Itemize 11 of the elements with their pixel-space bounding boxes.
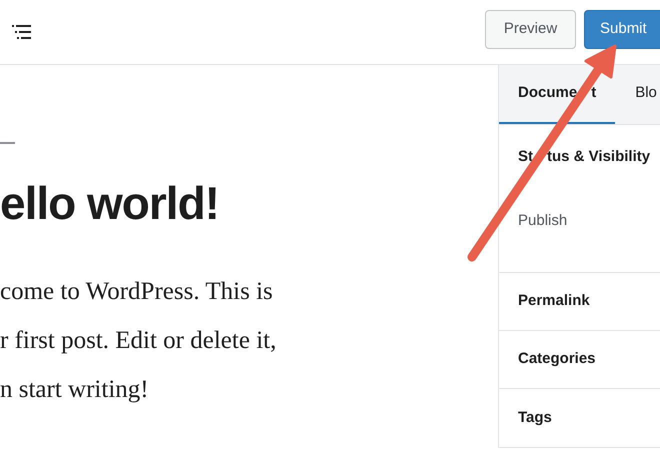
panel-heading[interactable]: Tags [518, 406, 552, 430]
panel-heading[interactable]: St tus & Visibility [518, 146, 650, 168]
preview-button[interactable]: Preview [485, 10, 576, 49]
post-title: ello world! [0, 177, 220, 229]
panel-heading[interactable]: Categories [518, 348, 596, 371]
sidebar-tab[interactable]: Blo [615, 65, 657, 124]
submit-button[interactable]: Submit [584, 10, 660, 49]
panel-heading[interactable]: Permalink [518, 290, 590, 313]
list-view-icon[interactable] [12, 24, 31, 40]
post-paragraph: come to WordPress. This is r first post. Edit or delete it, n start writing! [0, 277, 278, 405]
status-value: Publish [518, 211, 568, 231]
